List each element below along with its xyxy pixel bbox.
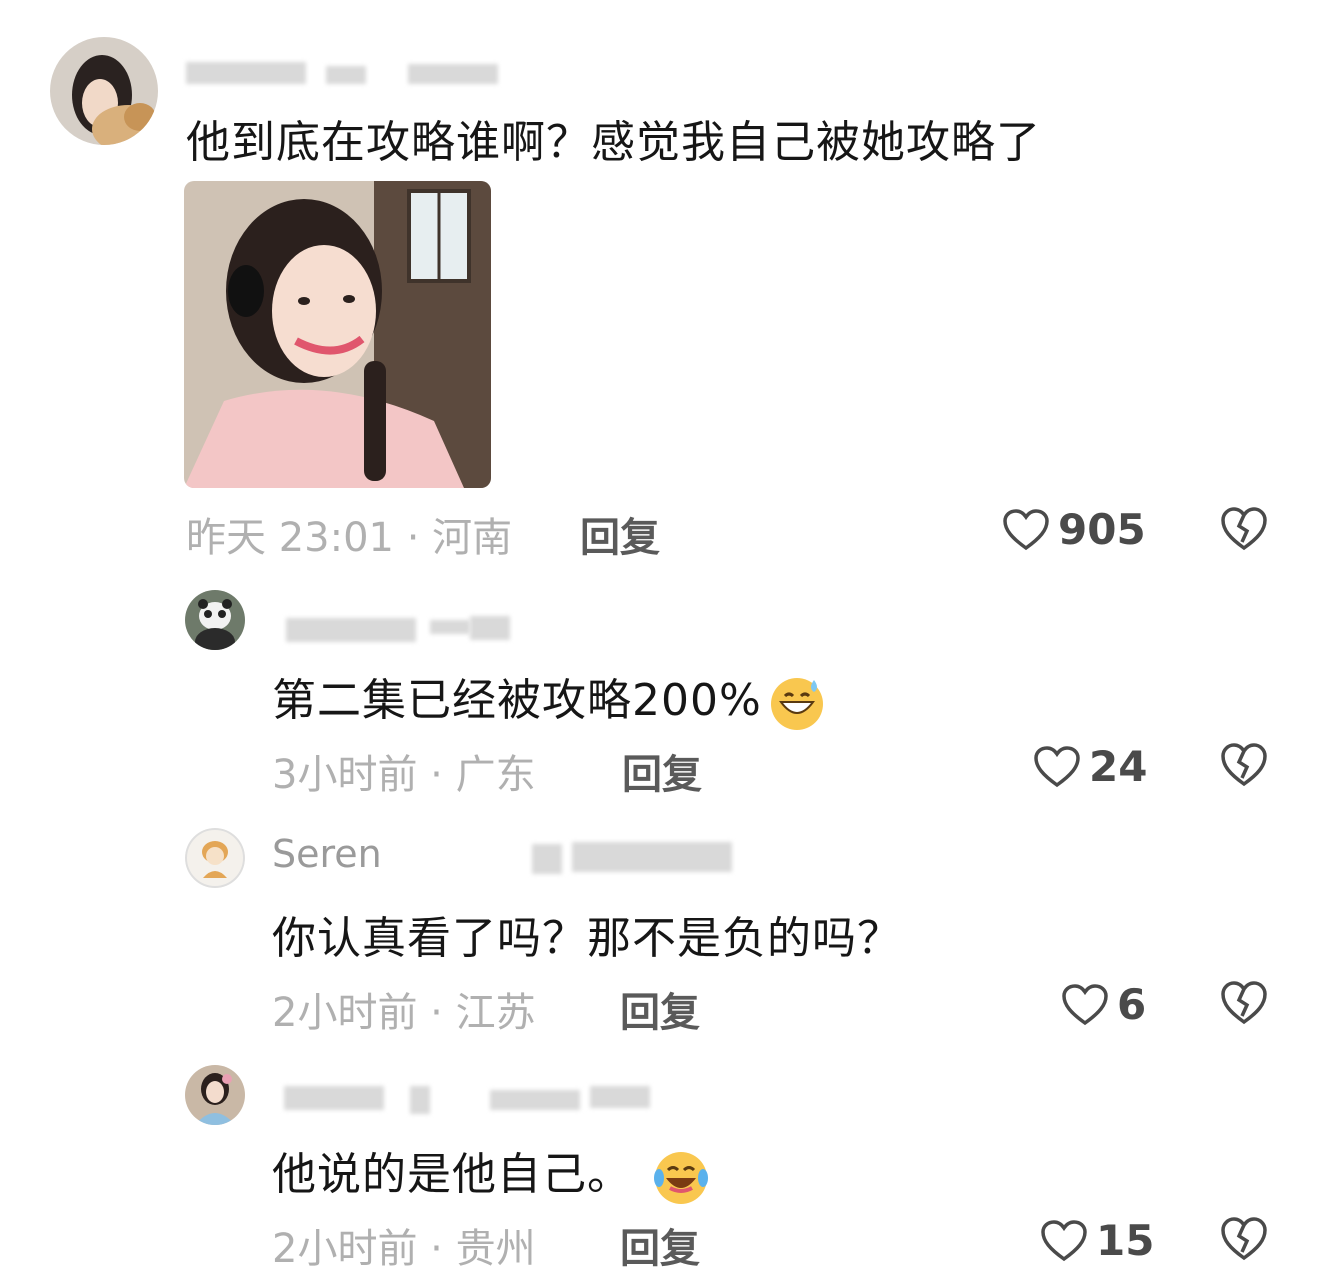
grin-sweat-emoji-icon [770, 678, 823, 730]
comment-text: 他说的是他自己。 [272, 1138, 710, 1206]
like-count: 24 [1089, 742, 1148, 791]
meta-separator: · [417, 990, 456, 1036]
reply-button[interactable]: 回复 [622, 742, 702, 800]
comment-text: 第二集已经被攻略200% [272, 664, 826, 732]
meta-separator: · [417, 752, 456, 798]
broken-heart-icon[interactable] [1220, 506, 1268, 552]
username-redacted[interactable] [186, 62, 536, 96]
comment-time: 昨天 23:01 [186, 515, 394, 561]
reply-button[interactable]: 回复 [620, 1216, 700, 1274]
like-button[interactable]: 24 [1033, 742, 1147, 791]
comment-meta: 昨天 23:01 · 河南 [186, 505, 512, 563]
reply-button[interactable]: 回复 [580, 505, 660, 563]
comment-meta: 3小时前 · 广东 [272, 742, 536, 800]
comment-time: 3小时前 [272, 752, 418, 798]
broken-heart-icon[interactable] [1220, 742, 1268, 788]
like-count: 905 [1058, 505, 1146, 554]
comment-text-content: 第二集已经被攻略200% [272, 675, 762, 726]
username-text: Seren [272, 832, 382, 876]
broken-heart-icon[interactable] [1220, 980, 1268, 1026]
comment-text: 他到底在攻略谁啊？感觉我自己被她攻略了 [186, 117, 1041, 168]
tears-of-joy-emoji-icon [654, 1152, 708, 1204]
avatar[interactable] [185, 1065, 245, 1125]
like-button[interactable]: 905 [1002, 505, 1146, 554]
comment-time: 2小时前 [272, 1226, 418, 1272]
like-count: 15 [1096, 1216, 1155, 1265]
like-button[interactable]: 15 [1040, 1216, 1154, 1265]
attached-image[interactable] [184, 181, 491, 488]
reply-button[interactable]: 回复 [620, 980, 700, 1038]
username[interactable]: Seren [272, 832, 742, 876]
heart-icon [1003, 508, 1049, 550]
comment-meta: 2小时前 · 贵州 [272, 1216, 536, 1274]
avatar[interactable] [50, 37, 158, 145]
comment-time: 2小时前 [272, 990, 418, 1036]
like-button[interactable]: 6 [1061, 980, 1146, 1029]
comment-text-content: 他说的是他自己。 [272, 1149, 632, 1200]
username-redacted[interactable] [270, 1084, 670, 1118]
comment-text: 你认真看了吗？那不是负的吗？ [272, 913, 902, 964]
meta-separator: · [394, 515, 433, 561]
comment-location: 广东 [455, 752, 536, 798]
broken-heart-icon[interactable] [1220, 1216, 1268, 1262]
comment-location: 河南 [432, 515, 513, 561]
avatar[interactable] [185, 590, 245, 650]
heart-icon [1034, 745, 1080, 787]
comment-location: 江苏 [455, 990, 536, 1036]
heart-icon [1062, 983, 1108, 1025]
comment-meta: 2小时前 · 江苏 [272, 980, 536, 1038]
like-count: 6 [1117, 980, 1147, 1029]
heart-icon [1041, 1219, 1087, 1261]
meta-separator: · [417, 1226, 456, 1272]
username-redacted[interactable] [270, 614, 530, 648]
avatar[interactable] [185, 828, 245, 888]
comment-location: 贵州 [455, 1226, 536, 1272]
